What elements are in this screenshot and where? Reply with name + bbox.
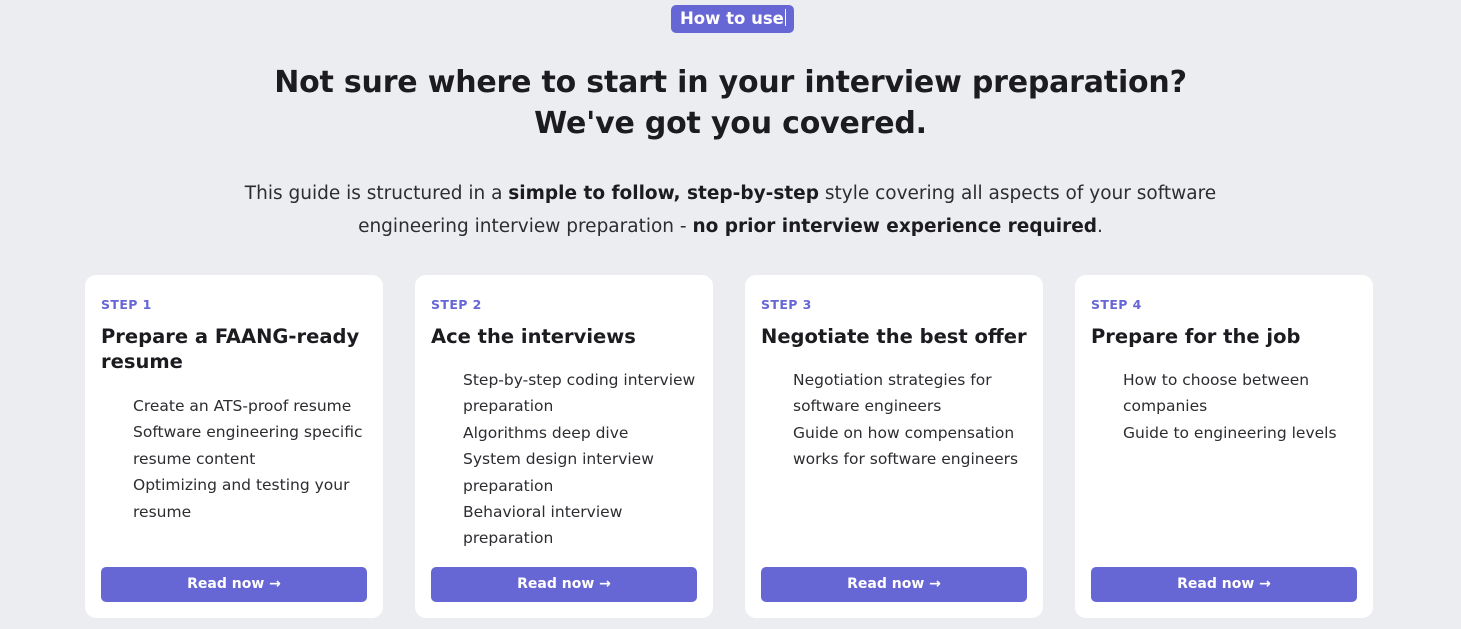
step-topics-list: Create an ATS-proof resume Software engi… — [133, 393, 379, 525]
topic-link[interactable]: Behavioral interview preparation — [463, 499, 709, 552]
step-label: STEP 3 — [761, 297, 812, 312]
subtitle-text-3: . — [1097, 216, 1103, 237]
page-subtitle: This guide is structured in a simple to … — [230, 177, 1231, 243]
topic-link[interactable]: Create an ATS-proof resume — [133, 393, 379, 419]
topic-link[interactable]: Negotiation strategies for software engi… — [793, 367, 1039, 420]
headline-line-2: We've got you covered. — [534, 106, 927, 141]
step-label: STEP 1 — [101, 297, 152, 312]
headline-line-1: Not sure where to start in your intervie… — [274, 65, 1187, 100]
step-topics-list: Negotiation strategies for software engi… — [793, 367, 1039, 473]
topic-link[interactable]: Guide to engineering levels — [1123, 420, 1369, 446]
read-now-button[interactable]: Read now → — [431, 567, 697, 602]
topic-link[interactable]: How to choose between companies — [1123, 367, 1369, 420]
step-card-1: STEP 1 Prepare a FAANG-ready resume Crea… — [85, 275, 383, 618]
topic-link[interactable]: Optimizing and testing your resume — [133, 472, 379, 525]
subtitle-bold-1: simple to follow, step-by-step — [508, 183, 819, 204]
badge-label: How to use — [680, 9, 784, 28]
step-card-3: STEP 3 Negotiate the best offer Negotiat… — [745, 275, 1043, 618]
step-title: Ace the interviews — [431, 325, 636, 348]
step-topics-list: Step-by-step coding interview preparatio… — [463, 367, 709, 552]
step-topics-list: How to choose between companies Guide to… — [1123, 367, 1369, 446]
subtitle-text-1: This guide is structured in a — [244, 183, 509, 204]
step-title: Negotiate the best offer — [761, 325, 1027, 348]
topic-link[interactable]: Software engineering specific resume con… — [133, 419, 379, 472]
how-to-use-section: How to use Not sure where to start in yo… — [0, 0, 1461, 629]
step-title: Prepare for the job — [1091, 325, 1301, 348]
text-cursor — [784, 9, 786, 26]
step-title: Prepare a FAANG-ready resume — [101, 325, 360, 373]
step-card-4: STEP 4 Prepare for the job How to choose… — [1075, 275, 1373, 618]
read-now-button[interactable]: Read now → — [101, 567, 367, 602]
step-label: STEP 4 — [1091, 297, 1142, 312]
topic-link[interactable]: Algorithms deep dive — [463, 420, 709, 446]
step-card-2: STEP 2 Ace the interviews Step-by-step c… — [415, 275, 713, 618]
topic-link[interactable]: System design interview preparation — [463, 446, 709, 499]
read-now-button[interactable]: Read now → — [1091, 567, 1357, 602]
page-headline: Not sure where to start in your intervie… — [0, 62, 1461, 144]
read-now-button[interactable]: Read now → — [761, 567, 1027, 602]
topic-link[interactable]: Step-by-step coding interview preparatio… — [463, 367, 709, 420]
step-label: STEP 2 — [431, 297, 482, 312]
subtitle-bold-2: no prior interview experience required — [692, 216, 1098, 237]
how-to-use-badge: How to use — [671, 5, 794, 33]
topic-link[interactable]: Guide on how compensation works for soft… — [793, 420, 1039, 473]
